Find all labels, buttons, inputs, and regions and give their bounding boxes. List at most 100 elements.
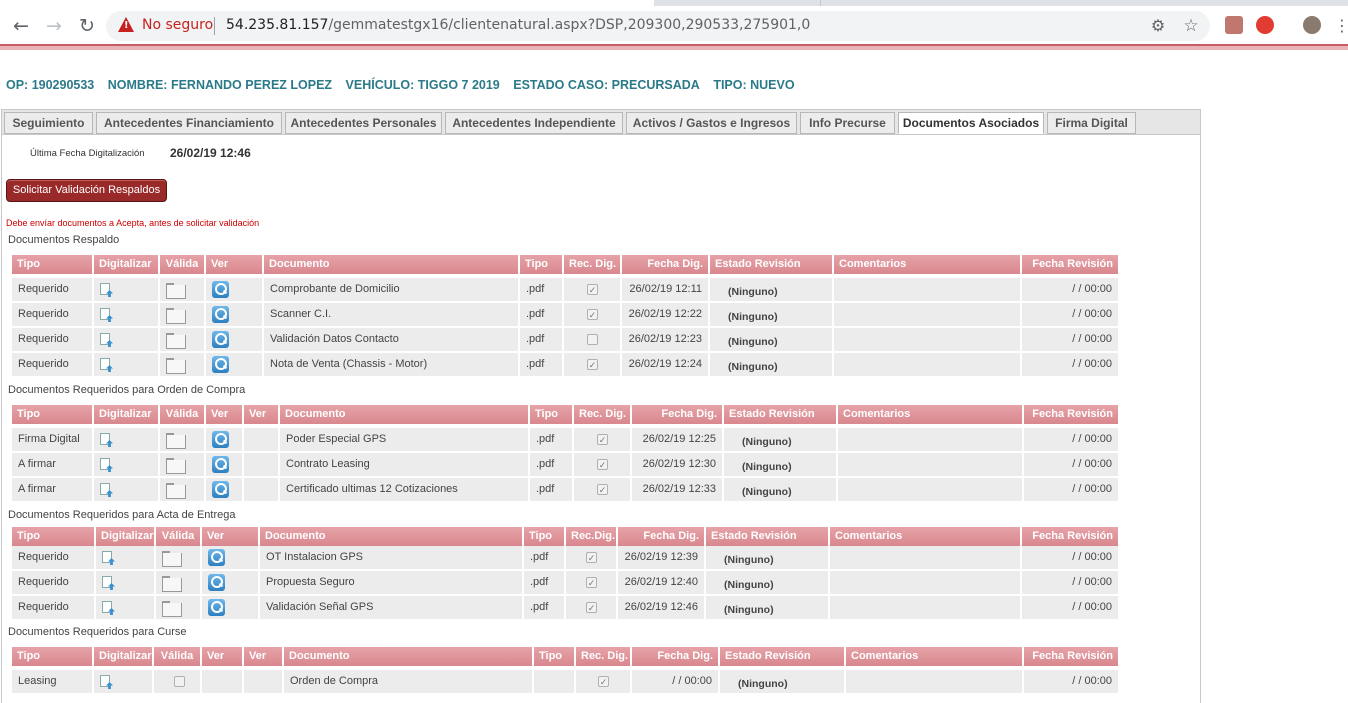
warning-icon[interactable]: ! [118, 17, 134, 32]
profile-avatar[interactable] [1303, 16, 1321, 34]
column-header[interactable]: Rec.Dig. [566, 527, 618, 546]
column-header[interactable]: Tipo [520, 255, 564, 274]
column-header[interactable]: Tipo [12, 647, 94, 666]
column-header[interactable]: Fecha Revisión [1022, 255, 1120, 274]
column-header[interactable]: Tipo [12, 405, 94, 424]
column-header[interactable]: Digitalizar [94, 647, 154, 666]
upload-document-icon[interactable] [100, 308, 113, 322]
folder-icon[interactable] [166, 333, 186, 349]
folder-icon[interactable] [166, 283, 186, 299]
column-header[interactable]: Fecha Revisión [1022, 527, 1120, 546]
browser-tab-inactive[interactable] [820, 0, 1348, 6]
rec-dig-checkbox[interactable] [587, 334, 598, 345]
upload-document-icon[interactable] [102, 551, 115, 565]
view-magnifier-icon[interactable] [212, 281, 229, 298]
column-header[interactable]: Tipo [530, 405, 574, 424]
rec-dig-checkbox[interactable]: ✓ [597, 459, 608, 470]
column-header[interactable]: Documento [264, 255, 520, 274]
column-header[interactable]: Tipo [524, 527, 566, 546]
forward-arrow-icon[interactable]: → [42, 14, 66, 38]
valida-checkbox[interactable] [174, 676, 185, 687]
view-magnifier-icon[interactable] [212, 431, 229, 448]
column-header[interactable]: Ver [206, 405, 244, 424]
tab-info-precurse[interactable]: Info Precurse [800, 112, 895, 134]
folder-icon[interactable] [166, 483, 186, 499]
address-bar[interactable]: ! No seguro 54.235.81.157/gemmatestgx16/… [106, 11, 1210, 41]
upload-document-icon[interactable] [100, 358, 113, 372]
column-header[interactable]: Válida [160, 255, 206, 274]
column-header[interactable]: Estado Revisión [720, 647, 846, 666]
upload-document-icon[interactable] [100, 433, 113, 447]
rec-dig-checkbox[interactable]: ✓ [587, 359, 598, 370]
rec-dig-checkbox[interactable]: ✓ [586, 552, 597, 563]
upload-document-icon[interactable] [102, 576, 115, 590]
tab-antecedentes-financiamiento[interactable]: Antecedentes Financiamiento [96, 112, 282, 134]
column-header[interactable]: Rec. Dig. [574, 405, 632, 424]
folder-icon[interactable] [162, 601, 182, 617]
column-header[interactable]: Comentarios [834, 255, 1022, 274]
extension-icon[interactable]: ⚙ [1146, 14, 1170, 38]
column-header[interactable]: Rec. Dig. [564, 255, 622, 274]
column-header[interactable]: Válida [160, 405, 206, 424]
solicitar-validacion-button[interactable]: Solicitar Validación Respaldos [6, 179, 167, 202]
adblock-extension-icon[interactable] [1256, 16, 1274, 34]
menu-dots-icon[interactable]: ⋮ [1334, 14, 1348, 38]
column-header[interactable]: Ver [202, 647, 244, 666]
column-header[interactable]: Tipo [12, 255, 94, 274]
column-header[interactable]: Ver [244, 405, 280, 424]
view-magnifier-icon[interactable] [208, 574, 225, 591]
browser-tab-active[interactable] [0, 0, 654, 6]
column-header[interactable]: Fecha Revisión [1024, 647, 1120, 666]
tab-activos-gastos-ingresos[interactable]: Activos / Gastos e Ingresos [626, 112, 797, 134]
column-header[interactable]: Estado Revisión [710, 255, 834, 274]
column-header[interactable]: Tipo [12, 527, 96, 546]
view-magnifier-icon[interactable] [212, 306, 229, 323]
column-header[interactable]: Comentarios [846, 647, 1024, 666]
scrollbar[interactable] [1344, 52, 1348, 703]
upload-document-icon[interactable] [100, 675, 113, 689]
folder-icon[interactable] [166, 358, 186, 374]
column-header[interactable]: Documento [280, 405, 530, 424]
column-header[interactable]: Comentarios [838, 405, 1024, 424]
folder-icon[interactable] [162, 551, 182, 567]
column-header[interactable]: Documento [260, 527, 524, 546]
upload-document-icon[interactable] [100, 483, 113, 497]
column-header[interactable]: Fecha Dig. [618, 527, 706, 546]
column-header[interactable]: Estado Revisión [706, 527, 830, 546]
column-header[interactable]: Rec. Dig. [576, 647, 632, 666]
folder-icon[interactable] [166, 308, 186, 324]
star-icon[interactable]: ☆ [1179, 14, 1203, 38]
rec-dig-checkbox[interactable]: ✓ [586, 602, 597, 613]
view-magnifier-icon[interactable] [208, 549, 225, 566]
column-header[interactable]: Ver [202, 527, 260, 546]
column-header[interactable]: Fecha Dig. [622, 255, 710, 274]
upload-document-icon[interactable] [102, 601, 115, 615]
tab-seguimiento[interactable]: Seguimiento [4, 112, 93, 134]
back-arrow-icon[interactable]: ← [9, 14, 33, 38]
rec-dig-checkbox[interactable]: ✓ [587, 284, 598, 295]
column-header[interactable]: Digitalizar [94, 405, 160, 424]
view-magnifier-icon[interactable] [212, 481, 229, 498]
folder-icon[interactable] [166, 433, 186, 449]
column-header[interactable]: Documento [284, 647, 534, 666]
column-header[interactable]: Válida [154, 647, 202, 666]
column-header[interactable]: Fecha Dig. [632, 405, 724, 424]
column-header[interactable]: Digitalizar [96, 527, 156, 546]
column-header[interactable]: Estado Revisión [724, 405, 838, 424]
tab-firma-digital[interactable]: Firma Digital [1047, 112, 1136, 134]
view-magnifier-icon[interactable] [212, 356, 229, 373]
view-magnifier-icon[interactable] [208, 599, 225, 616]
upload-document-icon[interactable] [100, 458, 113, 472]
folder-icon[interactable] [166, 458, 186, 474]
tab-documentos-asociados[interactable]: Documentos Asociados [898, 112, 1044, 134]
view-magnifier-icon[interactable] [212, 331, 229, 348]
column-header[interactable]: Fecha Dig. [632, 647, 720, 666]
tab-antecedentes-personales[interactable]: Antecedentes Personales [285, 112, 442, 134]
column-header[interactable]: Digitalizar [94, 255, 160, 274]
security-label[interactable]: No seguro [142, 17, 213, 33]
upload-document-icon[interactable] [100, 283, 113, 297]
column-header[interactable]: Ver [206, 255, 264, 274]
rec-dig-checkbox[interactable]: ✓ [587, 309, 598, 320]
column-header[interactable]: Ver [244, 647, 284, 666]
reload-icon[interactable]: ↻ [75, 14, 99, 38]
